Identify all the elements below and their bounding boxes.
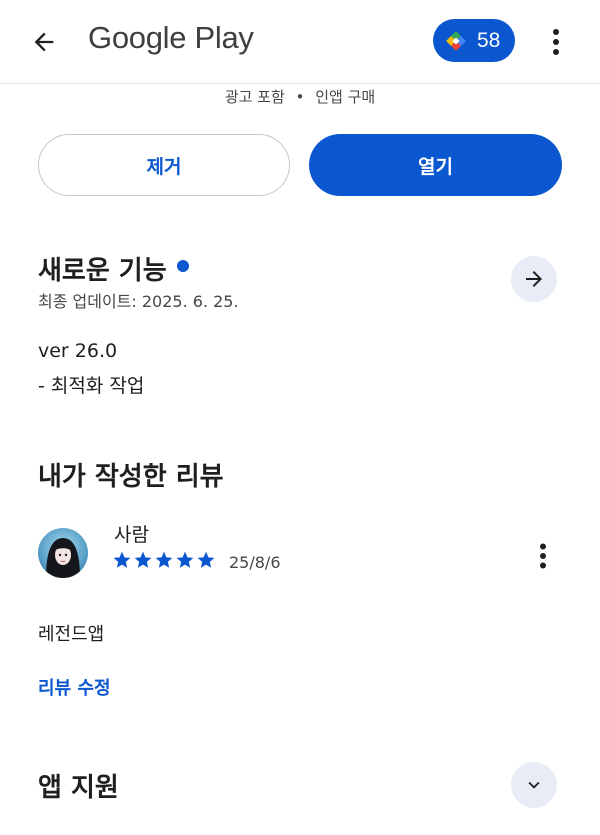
my-review-title: 내가 작성한 리뷰 <box>38 462 224 492</box>
more-vert-icon <box>553 29 559 55</box>
iap-label: 인앱 구매 <box>315 88 376 106</box>
review-date: 25/8/6 <box>229 553 281 572</box>
info-separator: • <box>295 88 305 106</box>
review-text: 레전드앱 <box>38 624 105 645</box>
reviewer-name: 사람 <box>114 524 149 546</box>
star-icon <box>113 551 131 568</box>
whats-new-title[interactable]: 새로운 기능 <box>38 250 167 287</box>
app-title: Google Play <box>88 20 254 55</box>
avatar <box>38 528 88 578</box>
new-indicator-dot <box>177 260 189 272</box>
arrow-right-icon <box>526 271 542 287</box>
edit-review-link[interactable]: 리뷰 수정 <box>38 674 111 700</box>
app-support-expand-button[interactable] <box>511 762 557 808</box>
play-points-button[interactable]: 58 <box>433 19 515 62</box>
more-vert-icon <box>540 543 546 569</box>
star-icon <box>197 551 215 568</box>
app-support-title[interactable]: 앱 지원 <box>38 767 119 804</box>
app-info-line: 광고 포함 • 인앱 구매 <box>0 86 600 108</box>
points-count: 58 <box>477 28 501 52</box>
star-rating <box>112 547 217 573</box>
update-note: - 최적화 작업 <box>38 375 145 397</box>
back-button[interactable] <box>24 22 64 62</box>
whats-new-arrow-button[interactable] <box>511 256 557 302</box>
star-icon <box>134 551 152 568</box>
ads-label: 광고 포함 <box>224 88 285 106</box>
play-points-diamond-icon <box>446 30 466 51</box>
arrow-left-icon <box>34 32 54 52</box>
star-icon <box>155 551 173 568</box>
top-app-bar: Google Play 58 <box>0 0 600 84</box>
star-icon <box>176 551 194 568</box>
review-more-button[interactable] <box>528 536 558 576</box>
remove-button[interactable]: 제거 <box>38 134 290 196</box>
last-updated: 최종 업데이트: 2025. 6. 25. <box>38 292 239 311</box>
chevron-down-icon <box>528 781 540 789</box>
more-options-button[interactable] <box>540 22 572 62</box>
version-text: ver 26.0 <box>38 340 118 362</box>
open-button[interactable]: 열기 <box>309 134 562 196</box>
